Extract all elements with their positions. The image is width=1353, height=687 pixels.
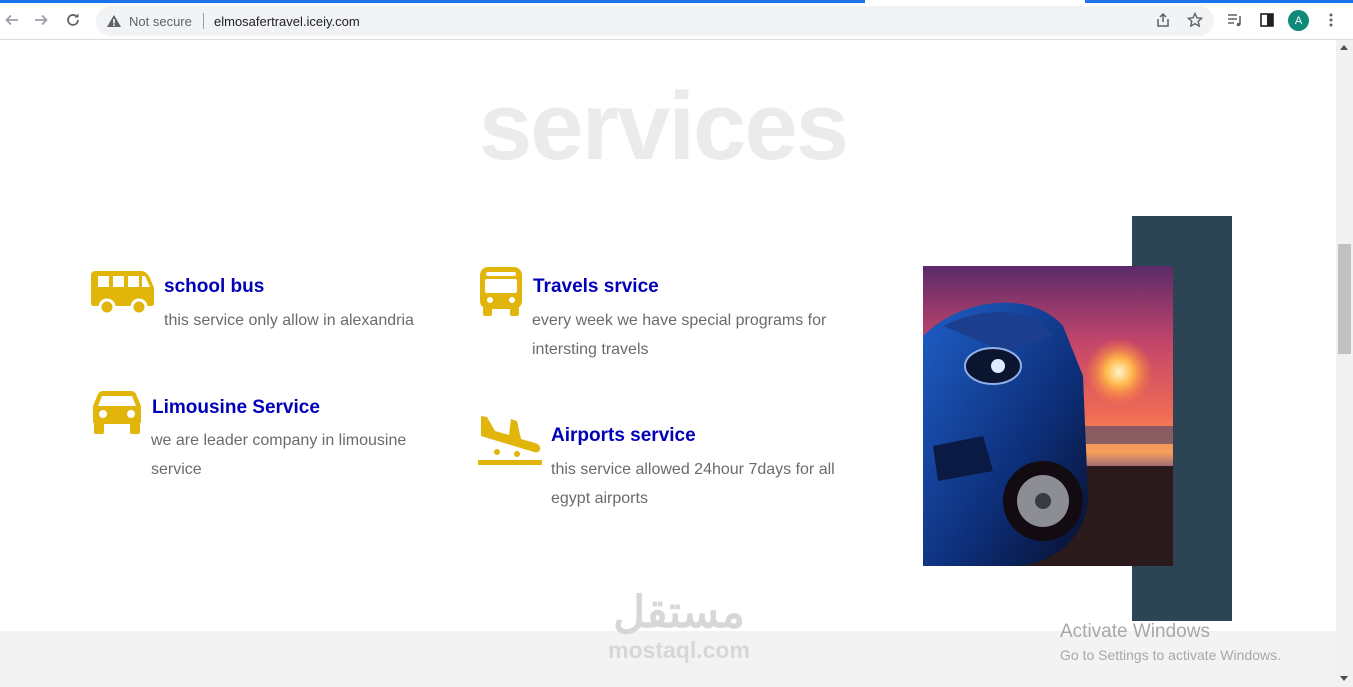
browser-toolbar: Not secure elmosafertravel.iceiy.com A xyxy=(0,0,1353,40)
service-description: this service allowed 24hour 7days for al… xyxy=(551,461,835,507)
reload-button[interactable] xyxy=(63,10,83,30)
side-panel-button[interactable] xyxy=(1258,11,1276,29)
warning-icon xyxy=(107,15,121,27)
kebab-menu-icon xyxy=(1329,13,1333,27)
active-tab-indicator xyxy=(0,0,865,3)
media-button[interactable] xyxy=(1226,11,1244,29)
bus-icon xyxy=(91,271,154,315)
site-watermark: مستقل mostaql.com xyxy=(594,591,764,664)
address-bar[interactable]: Not secure elmosafertravel.iceiy.com xyxy=(96,6,1214,36)
arrow-left-icon xyxy=(5,14,18,26)
watermark-latin: mostaql.com xyxy=(608,637,750,663)
coach-bus-icon xyxy=(480,267,522,316)
activate-windows-overlay: Activate Windows Go to Settings to activ… xyxy=(1060,621,1281,663)
car-sunset-image xyxy=(923,266,1173,566)
side-panel-icon xyxy=(1260,13,1274,27)
forward-button[interactable] xyxy=(31,10,51,30)
activate-subtitle: Go to Settings to activate Windows. xyxy=(1060,647,1281,663)
reload-icon xyxy=(67,13,79,26)
star-icon xyxy=(1187,12,1203,28)
playlist-icon xyxy=(1228,14,1241,27)
back-button[interactable] xyxy=(2,10,22,30)
menu-button[interactable] xyxy=(1322,11,1340,29)
service-description: every week we have special programs for … xyxy=(532,312,827,358)
page-scrollbar[interactable] xyxy=(1336,40,1353,687)
service-title[interactable]: Travels srvice xyxy=(533,276,659,298)
share-icon xyxy=(1157,12,1169,27)
arrow-right-icon xyxy=(35,14,48,26)
service-title[interactable]: Limousine Service xyxy=(152,397,320,419)
scroll-down-arrow-icon[interactable] xyxy=(1340,676,1348,681)
car-icon xyxy=(93,391,141,434)
bookmark-button[interactable] xyxy=(1186,11,1204,29)
share-button[interactable] xyxy=(1154,11,1172,29)
activate-title: Activate Windows xyxy=(1060,621,1210,642)
plane-landing-icon xyxy=(478,416,542,465)
scroll-up-arrow-icon[interactable] xyxy=(1340,45,1348,50)
service-description: we are leader company in limousine servi… xyxy=(151,432,407,478)
service-description: this service only allow in alexandria xyxy=(164,312,414,329)
watermark-arabic: مستقل xyxy=(613,588,745,637)
service-title[interactable]: school bus xyxy=(164,276,264,298)
url-text[interactable]: elmosafertravel.iceiy.com xyxy=(214,14,360,29)
section-heading: services xyxy=(478,73,849,180)
tab-indicator xyxy=(1085,0,1353,3)
divider xyxy=(203,13,204,29)
profile-avatar[interactable]: A xyxy=(1288,10,1309,31)
scroll-thumb[interactable] xyxy=(1338,244,1351,354)
service-title[interactable]: Airports service xyxy=(551,425,696,447)
page-content: services school bus this service only al… xyxy=(0,41,1336,687)
security-label[interactable]: Not secure xyxy=(129,14,192,29)
